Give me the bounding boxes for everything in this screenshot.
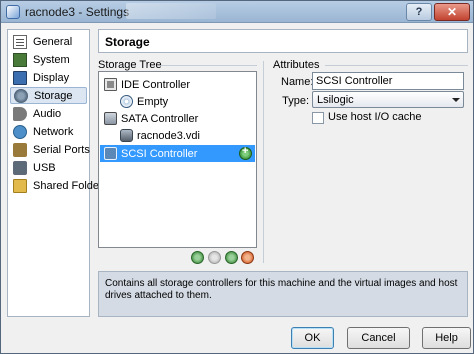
info-panel: Contains all storage controllers for thi…	[98, 271, 468, 317]
cd-drive-icon	[120, 95, 133, 108]
host-io-cache-checkbox[interactable]	[312, 112, 324, 124]
close-button[interactable]: ✕	[434, 3, 470, 21]
sidebar-item-network[interactable]: Network	[10, 123, 87, 140]
host-io-cache-label[interactable]: Use host I/O cache	[328, 111, 422, 123]
type-select-value: Lsilogic	[317, 94, 354, 106]
sidebar-item-label: Audio	[33, 107, 62, 120]
sidebar-item-label: Display	[33, 71, 70, 84]
sidebar-item-display[interactable]: Display	[10, 69, 87, 86]
tree-item-sata-controller[interactable]: SATA Controller	[100, 110, 255, 127]
display-icon	[13, 70, 27, 85]
page-header: Storage	[98, 29, 468, 53]
sidebar-item-label: General	[33, 35, 73, 48]
sidebar-item-label: Serial Ports	[33, 143, 90, 156]
sidebar-item-label: Network	[33, 125, 74, 138]
sidebar-item-label: Storage	[34, 89, 73, 102]
attributes-label: Attributes	[273, 59, 320, 71]
title-bar[interactable]: racnode3 - Settings ? ✕	[1, 1, 473, 23]
general-icon	[13, 34, 27, 49]
cancel-button[interactable]: Cancel	[347, 327, 410, 349]
tree-item-racnode3-vdi[interactable]: racnode3.vdi	[100, 127, 255, 144]
ide-controller-icon	[104, 78, 117, 91]
panel-separator	[263, 61, 264, 263]
title-bar-ghost	[126, 3, 216, 19]
system-icon	[13, 52, 27, 67]
tree-item-label: SATA Controller	[121, 112, 199, 125]
audio-icon	[13, 106, 27, 121]
window-title: racnode3 - Settings	[25, 5, 130, 19]
tree-item-label: IDE Controller	[121, 78, 191, 91]
remove-attachment-icon[interactable]	[241, 251, 254, 264]
network-icon	[13, 124, 27, 139]
remove-controller-icon[interactable]	[208, 251, 221, 264]
tree-item-ide-controller[interactable]: IDE Controller	[100, 76, 255, 93]
info-text: Contains all storage controllers for thi…	[105, 278, 458, 301]
sidebar-item-serial-ports[interactable]: Serial Ports	[10, 141, 90, 158]
sidebar-item-general[interactable]: General	[10, 33, 87, 50]
tree-item-label: Empty	[137, 95, 169, 108]
sidebar-item-label: USB	[33, 161, 56, 174]
virtualbox-app-icon	[6, 5, 20, 19]
hard-disk-icon	[120, 129, 133, 142]
controller-name-input[interactable]	[312, 72, 464, 90]
title-help-button[interactable]: ?	[406, 3, 432, 21]
sidebar-item-system[interactable]: System	[10, 51, 87, 68]
help-button[interactable]: Help	[422, 327, 471, 349]
serial-ports-icon	[13, 142, 27, 157]
sidebar-item-shared-folders[interactable]: Shared Folders	[10, 177, 108, 194]
sidebar-item-storage[interactable]: Storage	[10, 87, 87, 104]
add-attachment-icon[interactable]	[225, 251, 238, 264]
settings-window: racnode3 - Settings ? ✕ General System D…	[0, 0, 474, 354]
controller-type-select[interactable]: Lsilogic	[312, 91, 464, 108]
tree-item-empty-cd[interactable]: Empty	[100, 93, 255, 110]
storage-icon	[14, 88, 28, 103]
sidebar-item-label: System	[33, 53, 70, 66]
usb-icon	[13, 160, 27, 175]
sidebar-item-audio[interactable]: Audio	[10, 105, 87, 122]
chevron-down-icon	[452, 98, 460, 102]
sidebar-item-usb[interactable]: USB	[10, 159, 87, 176]
storage-tree[interactable]: IDE Controller Empty SATA Controller rac…	[98, 71, 257, 248]
ok-button[interactable]: OK	[291, 327, 334, 349]
tree-item-label: SCSI Controller	[121, 147, 198, 160]
attributes-divider	[325, 65, 468, 66]
tree-item-scsi-controller[interactable]: SCSI Controller	[100, 145, 255, 162]
shared-folders-icon	[13, 178, 27, 193]
settings-sidebar: General System Display Storage Audio Net…	[7, 29, 108, 317]
sidebar-item-label: Shared Folders	[33, 179, 109, 192]
scsi-controller-icon	[104, 147, 117, 160]
storage-tree-label: Storage Tree	[98, 59, 162, 71]
name-label: Name:	[281, 76, 314, 88]
type-label: Type:	[282, 95, 309, 107]
tree-item-label: racnode3.vdi	[137, 129, 200, 142]
page-title: Storage	[105, 35, 150, 49]
add-controller-icon[interactable]	[191, 251, 204, 264]
storage-tree-divider	[161, 65, 257, 66]
sata-controller-icon	[104, 112, 117, 125]
add-hard-disk-icon[interactable]	[239, 145, 252, 160]
